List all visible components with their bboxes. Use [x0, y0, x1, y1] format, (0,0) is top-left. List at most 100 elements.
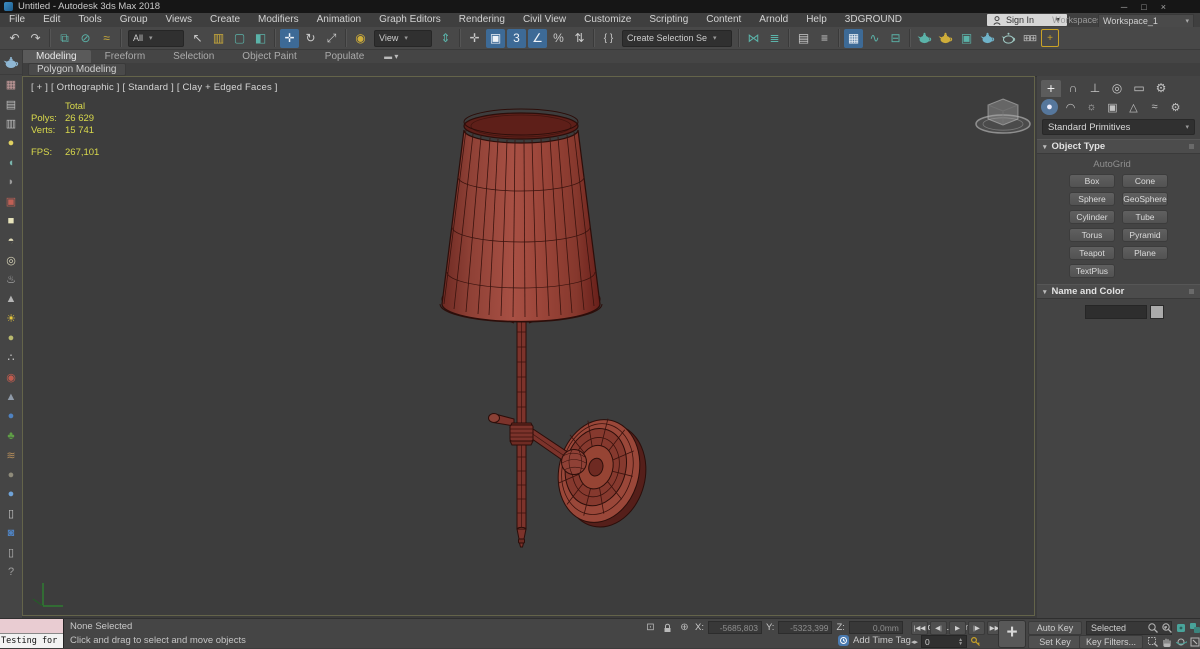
teapot-viewport-icon[interactable]	[0, 50, 22, 75]
render-iterative-icon[interactable]	[999, 29, 1018, 48]
camera-icon[interactable]: ▣	[0, 192, 22, 212]
object-type-button[interactable]: Torus	[1069, 228, 1115, 242]
select-and-scale-icon[interactable]: ⤢	[322, 29, 341, 48]
select-and-move-icon[interactable]: ✛	[280, 28, 299, 48]
key-step-icons[interactable]: ◂▸	[911, 638, 918, 646]
menu-item[interactable]: Arnold	[750, 13, 797, 27]
tab-populate[interactable]: Populate	[311, 50, 378, 63]
state-list-icon[interactable]: ▤	[0, 95, 22, 115]
auto-key-button[interactable]: Auto Key	[1028, 621, 1082, 635]
maximize-button[interactable]: □	[1141, 2, 1146, 12]
object-type-button[interactable]: Cylinder	[1069, 210, 1115, 224]
tab-object-paint[interactable]: Object Paint	[228, 50, 310, 63]
select-color-icon[interactable]: ◙	[0, 524, 22, 544]
object-color-swatch[interactable]	[1150, 305, 1164, 319]
primitive-category-dropdown[interactable]: Standard Primitives	[1042, 119, 1195, 135]
selection-lock-icon[interactable]	[661, 622, 674, 634]
maxscript-mini-listener[interactable]: Testing for i	[0, 619, 64, 648]
window-crossing-icon[interactable]: ◧	[251, 29, 270, 48]
geometry-category-icon[interactable]: ●	[1041, 99, 1058, 115]
schematic-view-icon[interactable]: ⊟	[886, 29, 905, 48]
object-type-button[interactable]: Plane	[1122, 246, 1168, 260]
zoom-extents-icon[interactable]	[1174, 621, 1187, 634]
parameter-list-icon[interactable]: ▥	[0, 114, 22, 134]
select-by-name-icon[interactable]: ▥	[209, 29, 228, 48]
viewcube[interactable]	[968, 91, 1038, 143]
rendered-frame-window-icon[interactable]: ▣	[957, 29, 976, 48]
menu-item[interactable]: Scripting	[640, 13, 697, 27]
shadow-icon[interactable]: ◗	[0, 173, 22, 193]
lights-category-icon[interactable]: ☼	[1083, 99, 1100, 115]
offset-mode-icon[interactable]: ⊕	[678, 622, 691, 634]
modify-tab-icon[interactable]: ∩	[1063, 80, 1083, 97]
select-and-link-icon[interactable]: ⧉	[55, 29, 74, 48]
workspace-dropdown[interactable]: Workspace_1	[1098, 14, 1194, 28]
menu-item[interactable]: Modifiers	[249, 13, 308, 27]
object-type-button[interactable]: Cone	[1122, 174, 1168, 188]
menu-item[interactable]: Edit	[34, 13, 69, 27]
y-coordinate-field[interactable]: -5323,399	[778, 621, 833, 634]
menu-item[interactable]: Animation	[308, 13, 370, 27]
object-type-button[interactable]: Sphere	[1069, 192, 1115, 206]
menu-item[interactable]: Group	[111, 13, 157, 27]
object-type-button[interactable]: Box	[1069, 174, 1115, 188]
named-selection-set-dropdown[interactable]: Create Selection Se	[622, 29, 732, 47]
zoom-region-icon[interactable]	[1146, 635, 1159, 648]
glass-sphere-icon[interactable]: ●	[0, 485, 22, 505]
object-type-button[interactable]: Pyramid	[1122, 228, 1168, 242]
terrain-icon[interactable]: ▲	[0, 387, 22, 407]
foliage-icon[interactable]: ♣	[0, 426, 22, 446]
motion-tab-icon[interactable]: ◎	[1107, 80, 1127, 97]
object-type-button[interactable]: Tube	[1122, 210, 1168, 224]
zoom-extents-all-icon[interactable]	[1188, 621, 1200, 634]
undo-icon[interactable]: ↶	[5, 29, 24, 48]
display-tab-icon[interactable]: ▭	[1129, 80, 1149, 97]
create-tab-icon[interactable]: +	[1041, 79, 1061, 97]
select-object-icon[interactable]: ↖	[188, 29, 207, 48]
use-center-icon[interactable]: ◉	[351, 29, 370, 48]
listener-line[interactable]: Testing for i	[0, 634, 63, 648]
ring-primitive-icon[interactable]: ◎	[0, 251, 22, 271]
set-keys-button[interactable]: +	[998, 620, 1026, 648]
fur-icon[interactable]: ≋	[0, 446, 22, 466]
render-production-icon[interactable]	[978, 29, 997, 48]
previous-frame-button[interactable]: ◀|	[930, 621, 947, 635]
tab-modeling[interactable]: Modeling	[22, 50, 91, 63]
dome-primitive-icon[interactable]: ◓	[0, 231, 22, 251]
select-and-rotate-icon[interactable]: ↻	[301, 29, 320, 48]
cone-primitive-icon[interactable]: ▲	[0, 290, 22, 310]
viewport-canvas[interactable]: [ + ] [ Orthographic ] [ Standard ] [ Cl…	[22, 76, 1035, 616]
tab-freeform[interactable]: Freeform	[91, 50, 160, 63]
globe-icon[interactable]: ●	[0, 407, 22, 427]
maximize-viewport-icon[interactable]	[1188, 635, 1200, 648]
rectangular-selection-region-icon[interactable]: ▢	[230, 29, 249, 48]
render-preview-icon[interactable]: ▦	[0, 75, 22, 95]
snap-2d-icon[interactable]: ▣	[486, 28, 505, 48]
play-button[interactable]: ▶	[949, 621, 966, 635]
reference-coordinate-dropdown[interactable]: View	[374, 29, 432, 47]
hierarchy-tab-icon[interactable]: ⊥	[1085, 80, 1105, 97]
box-primitive-icon[interactable]: ■	[0, 212, 22, 232]
menu-item[interactable]: Customize	[575, 13, 640, 27]
bind-to-space-warp-icon[interactable]: ≈	[97, 29, 116, 48]
ribbon-toggle-icon[interactable]: ▦	[844, 28, 863, 48]
menu-item[interactable]: 3DGROUND	[836, 13, 911, 27]
rock-icon[interactable]: ●	[0, 465, 22, 485]
helpers-category-icon[interactable]: △	[1125, 99, 1142, 115]
isolate-selection-icon[interactable]: ⊡	[644, 622, 657, 634]
close-button[interactable]: ×	[1161, 2, 1166, 12]
sphere-primitive-icon[interactable]: ●	[0, 329, 22, 349]
menu-item[interactable]: Content	[697, 13, 750, 27]
z-coordinate-field[interactable]: 0,0mm	[848, 621, 903, 634]
space-warps-category-icon[interactable]: ≈	[1146, 99, 1163, 115]
menu-item[interactable]: Views	[157, 13, 202, 27]
compound-objects-icon[interactable]: ◉	[0, 368, 22, 388]
ribbon-config-icon[interactable]: ▬ ▾	[378, 50, 404, 63]
redo-icon[interactable]: ↷	[26, 29, 45, 48]
current-frame-field[interactable]: 0 ▲ ▼	[921, 635, 968, 648]
angle-snap-icon[interactable]: ∠	[528, 28, 547, 48]
menu-item[interactable]: Rendering	[450, 13, 514, 27]
layer-manager-icon[interactable]: ▤	[794, 29, 813, 48]
document-icon[interactable]: ▯	[0, 543, 22, 563]
state-sets-icon[interactable]: +	[1041, 29, 1059, 47]
